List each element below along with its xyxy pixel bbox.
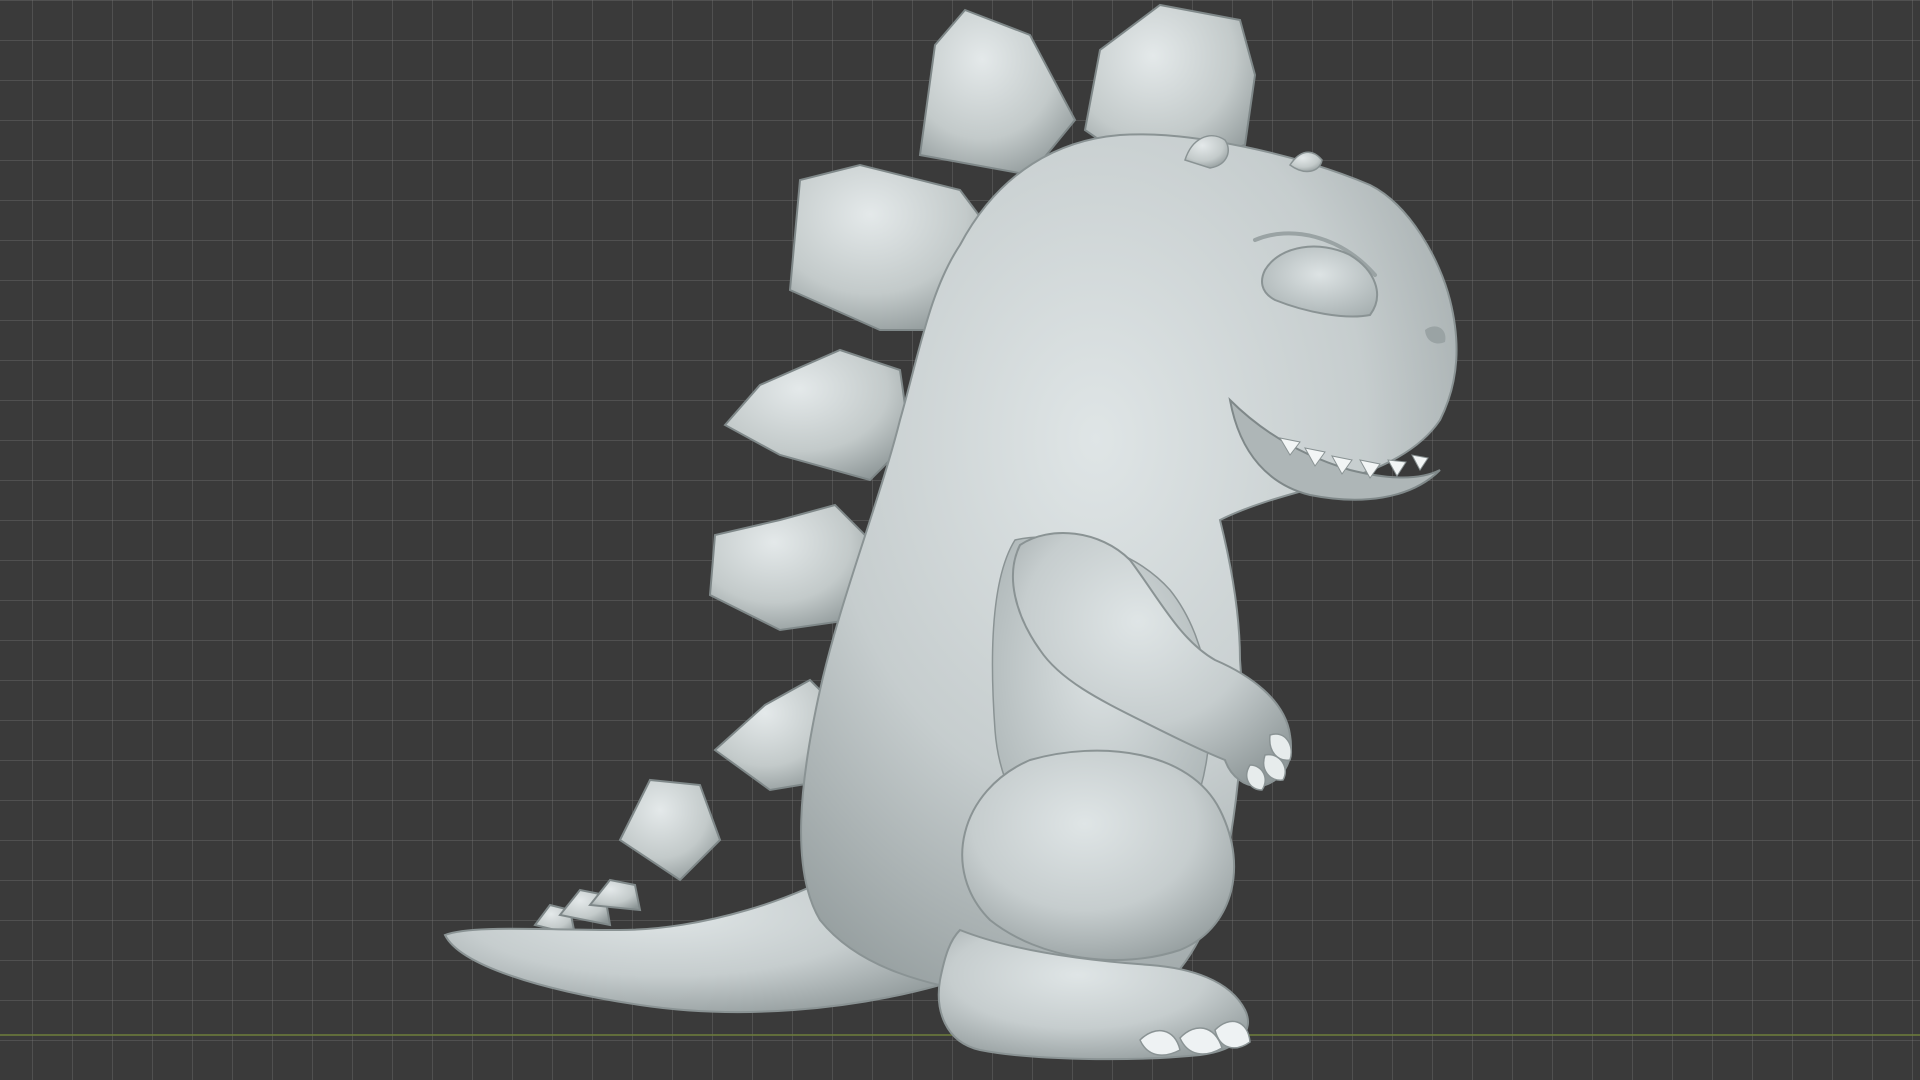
dinosaur-sculpt-model[interactable] [0, 0, 1920, 1080]
thigh [961, 749, 1235, 961]
plate-top-1 [918, 8, 1077, 177]
plate-low-2 [618, 778, 722, 882]
plate-mid-2 [723, 348, 912, 482]
3d-viewport[interactable] [0, 0, 1920, 1080]
tooth-6 [1411, 454, 1429, 471]
plate-tail-3 [588, 878, 642, 912]
tooth-5 [1387, 459, 1407, 477]
horn-2 [1288, 151, 1323, 173]
